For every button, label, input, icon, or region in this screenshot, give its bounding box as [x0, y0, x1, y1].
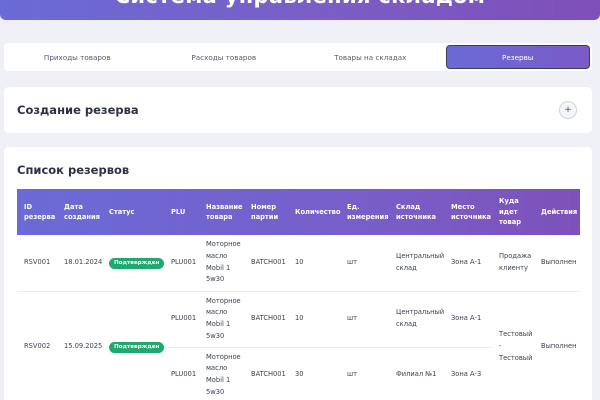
table-header-row: ID резерва Дата создания Статус PLU Назв…: [17, 189, 580, 235]
cell-qty: 30: [288, 347, 340, 400]
col-header-qty[interactable]: Количество: [288, 189, 340, 235]
col-header-actions[interactable]: Действия: [534, 189, 580, 235]
tab-stock[interactable]: Товары на складах: [299, 45, 442, 69]
table-row[interactable]: RSV002 15.09.2025 Подтвержден PLU001 Мот…: [17, 291, 580, 400]
cell-batch: BATCH001: [244, 291, 288, 348]
col-header-dest[interactable]: Куда идет товар: [492, 189, 534, 235]
create-reserve-title: Создание резерва: [17, 103, 139, 117]
cell-location: Зона А-3: [444, 347, 492, 400]
cell-status: Подтвержден: [102, 235, 165, 292]
table-row[interactable]: RSV001 18.01.2024 Подтвержден PLU001 Мот…: [17, 235, 580, 292]
cell-id: RSV002: [17, 291, 57, 400]
cell-warehouse: Филиал №1: [389, 347, 444, 400]
expand-create-button[interactable]: +: [559, 101, 577, 119]
col-header-unit[interactable]: Ед. измерения: [340, 189, 389, 235]
cell-warehouse: Центральный склад: [389, 291, 444, 348]
reserves-table: ID резерва Дата создания Статус PLU Назв…: [17, 189, 580, 400]
cell-location: Зона А-1: [444, 235, 492, 292]
cell-batch: BATCH001: [244, 235, 288, 292]
app-header: Система управления складом: [0, 0, 600, 20]
cell-plu: PLU001: [164, 235, 199, 292]
tab-reserves[interactable]: Резервы: [445, 45, 590, 69]
cell-qty: 10: [288, 235, 340, 292]
cell-date: 15.09.2025: [57, 291, 102, 400]
cell-name: Моторное масло Mobil 1 5w30: [199, 291, 244, 348]
plus-icon: +: [564, 105, 572, 115]
status-badge: Подтвержден: [109, 342, 165, 353]
status-badge: Подтвержден: [109, 257, 165, 269]
tab-incoming[interactable]: Приходы товаров: [6, 45, 149, 69]
col-header-id[interactable]: ID резерва: [17, 189, 57, 235]
cell-dest: Продажа клиенту: [492, 235, 534, 292]
reserves-list-card: Список резервов ID резерва Дата создания…: [4, 147, 592, 400]
col-header-plu[interactable]: PLU: [164, 189, 199, 235]
cell-action[interactable]: Выполнен: [534, 291, 580, 400]
cell-qty: 10: [288, 291, 340, 348]
tab-outgoing[interactable]: Расходы товаров: [153, 45, 296, 69]
tab-bar: Приходы товаров Расходы товаров Товары н…: [4, 43, 592, 71]
cell-unit: шт: [340, 347, 389, 400]
col-header-status[interactable]: Статус: [102, 189, 164, 235]
col-header-batch[interactable]: Номер партии: [244, 189, 288, 235]
cell-name: Моторное масло Mobil 1 5w30: [199, 235, 244, 292]
reserves-list-title: Список резервов: [17, 163, 130, 177]
cell-id: RSV001: [17, 235, 57, 292]
cell-warehouse: Центральный склад: [389, 235, 444, 292]
app-title: Система управления складом: [0, 0, 600, 8]
cell-date: 18.01.2024: [57, 235, 102, 292]
col-header-location[interactable]: Место источника: [444, 189, 492, 235]
col-header-name[interactable]: Название товара: [199, 189, 244, 235]
cell-batch: BATCH001: [244, 347, 288, 400]
cell-unit: шт: [340, 235, 389, 292]
cell-plu: PLU001: [164, 347, 199, 400]
cell-name: Моторное масло Mobil 1 5w30: [199, 347, 244, 400]
col-header-warehouse[interactable]: Склад источника: [389, 189, 444, 235]
cell-dest: Тестовый - Тестовый: [492, 291, 534, 400]
create-reserve-card[interactable]: Создание резерва +: [4, 87, 592, 133]
cell-plu: PLU001: [164, 291, 199, 348]
cell-status: Подтвержден: [102, 291, 165, 400]
cell-location: Зона А-1: [444, 291, 492, 348]
cell-action[interactable]: Выполнен: [534, 235, 580, 292]
col-header-date[interactable]: Дата создания: [57, 189, 102, 235]
cell-unit: шт: [340, 291, 389, 348]
